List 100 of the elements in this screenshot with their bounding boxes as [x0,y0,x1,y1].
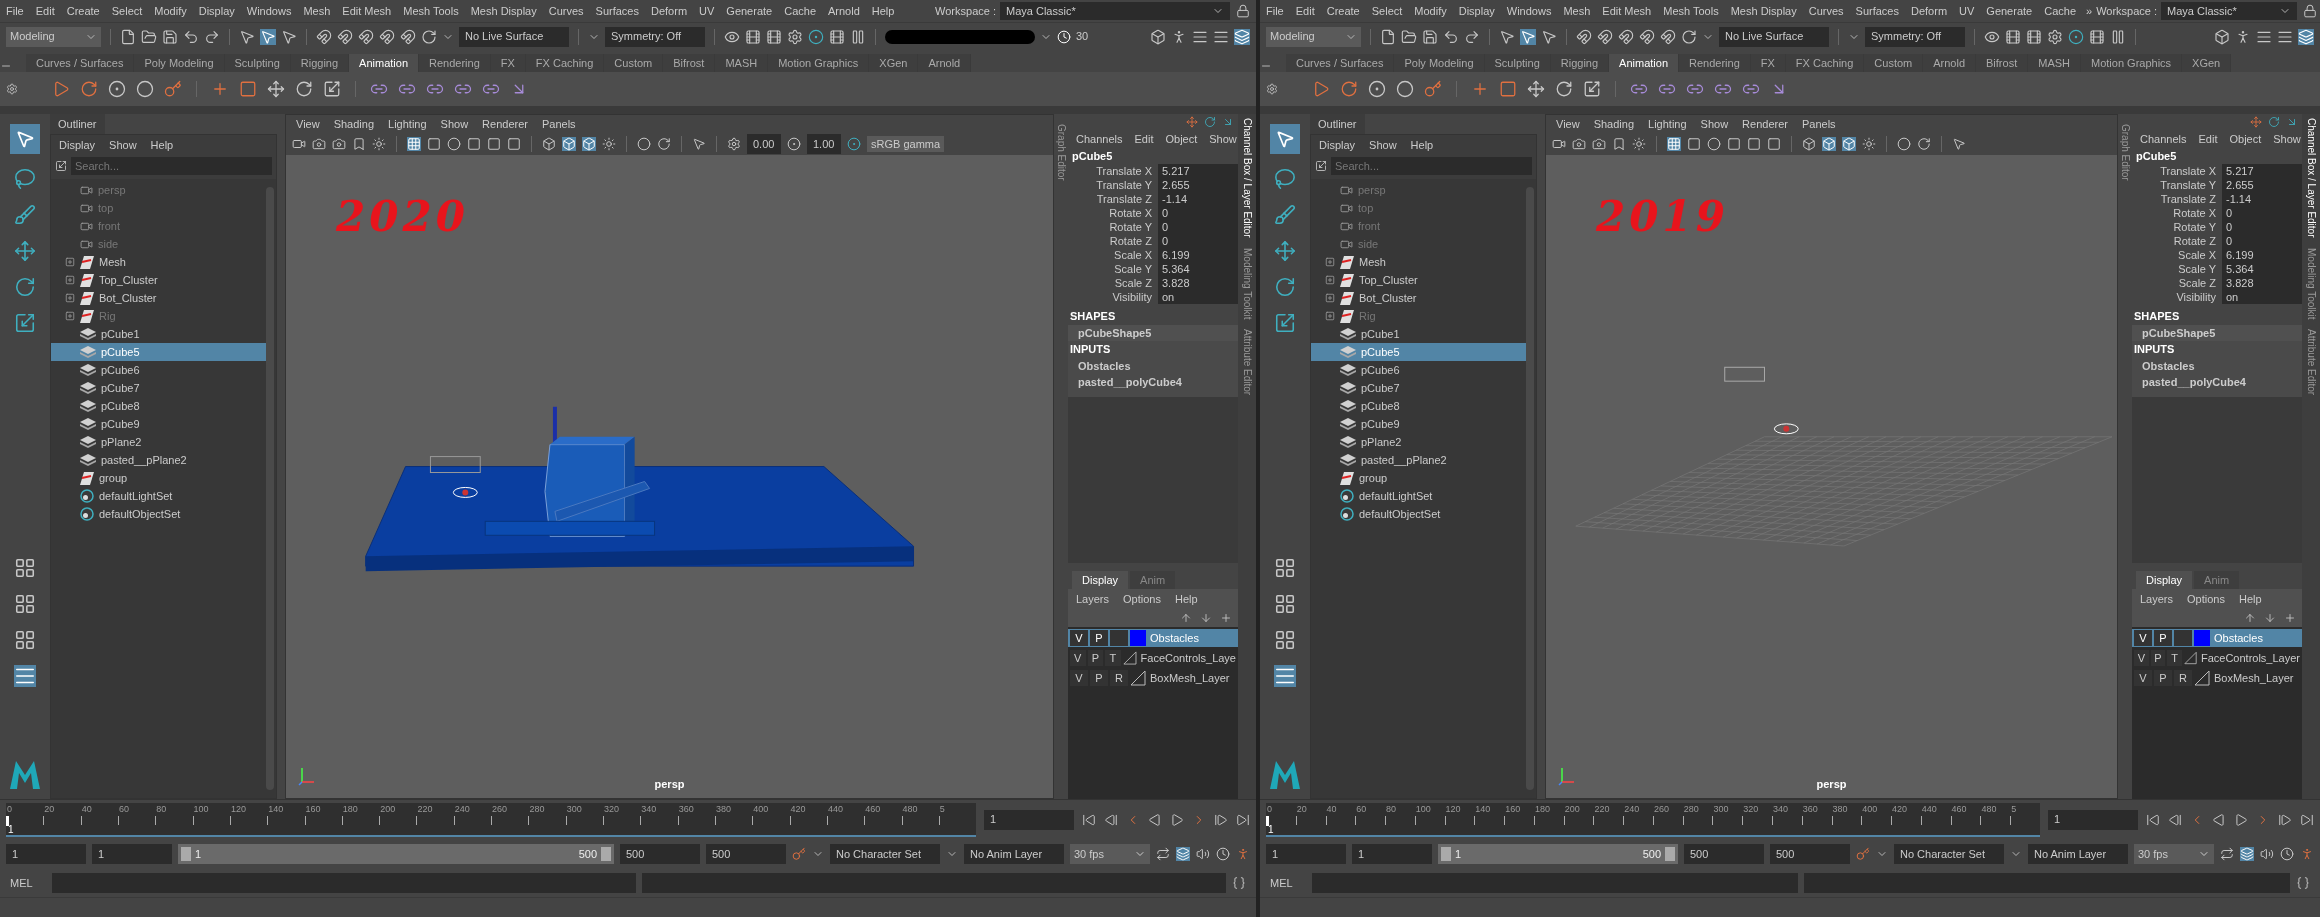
menu-item[interactable]: Show [440,115,469,133]
layer-swatch-icon[interactable] [1122,650,1137,666]
side-tab[interactable]: Channel Box / Layer Editor [1239,118,1255,238]
pause-icon[interactable] [2110,28,2126,45]
menu-item[interactable]: Help [150,136,174,154]
manipulator-icon[interactable] [2250,116,2262,128]
slide-icon[interactable] [2286,116,2298,128]
display-type-toggle[interactable]: T [1105,650,1121,666]
command-field[interactable] [1312,873,1798,893]
settings-icon[interactable] [6,83,18,95]
outliner-item[interactable]: pCube7 [1311,379,1526,397]
input-node[interactable]: pasted__polyCube4 [2132,374,2302,391]
language-label[interactable]: MEL [1270,874,1306,892]
layer-row[interactable]: V P R BoxMesh_Layer [1068,669,1238,687]
menu-item[interactable]: Arnold [822,2,866,20]
menu-item[interactable]: Windows [1500,2,1558,20]
smooth-shade-icon[interactable] [1822,137,1836,151]
move-layer-down-icon[interactable] [2264,612,2276,624]
start-frame-field[interactable]: 1 [6,844,86,864]
slider-handle[interactable] [1665,847,1675,861]
single-view-icon[interactable] [14,557,36,579]
menu-item[interactable]: Mesh Tools [397,2,465,20]
timing-icon[interactable] [2280,847,2294,861]
folder-icon[interactable] [141,28,157,45]
menu-item[interactable]: Mesh Display [464,2,543,20]
wireframe-icon[interactable] [1802,137,1816,151]
side-tab[interactable]: Modeling Toolkit [1239,247,1255,320]
scrollbar[interactable] [1526,187,1534,790]
render-view-icon[interactable] [829,28,845,45]
play-icon[interactable] [1170,812,1184,827]
playback-start-field[interactable]: 1 [92,844,172,864]
new-layer-icon[interactable] [2284,612,2296,624]
select-tool-icon[interactable] [1275,129,1295,149]
menu-item[interactable]: View [296,115,320,133]
shelf-tab[interactable]: Poly Modeling [134,54,225,72]
shelf-tab[interactable]: Sculpting [224,54,291,72]
menu-item[interactable]: File [1260,2,1290,20]
outliner-item[interactable]: pCube6 [1311,361,1526,379]
script-editor-icon[interactable] [1232,876,1246,890]
language-label[interactable]: MEL [10,874,46,892]
select-object-icon[interactable] [260,28,276,45]
side-tab[interactable]: Attribute Editor [1239,329,1255,396]
attribute-value[interactable]: -1.14 [1158,192,1238,206]
snap-surface-icon[interactable] [1660,28,1676,45]
layer-row[interactable]: V P Obstacles [1068,629,1238,647]
side-tab[interactable]: Graph Editor [1053,124,1069,181]
shelf-tab[interactable]: MASH [715,54,769,72]
outliner-item[interactable]: defaultObjectSet [1311,505,1526,523]
side-tab[interactable]: Attribute Editor [2303,329,2319,396]
display-type-toggle[interactable]: R [1110,670,1128,686]
go-to-start-icon[interactable] [1082,812,1096,827]
menu-item[interactable]: Show [109,136,137,154]
select-component-icon[interactable] [281,28,297,45]
snap-view-icon[interactable] [1639,28,1655,45]
menu-item[interactable]: Panels [1801,115,1836,133]
wireframe-on-shaded-icon[interactable] [1842,137,1856,151]
menu-item[interactable]: Renderer [482,115,528,133]
channel-box-icon[interactable] [2298,28,2314,45]
outliner-item[interactable]: defaultObjectSet [51,505,266,523]
step-back-icon[interactable] [2168,812,2182,827]
redo-icon[interactable] [1464,28,1480,45]
playback-toggle[interactable]: P [2154,630,2172,646]
layer-swatch-icon[interactable] [1130,670,1146,686]
channel-box-icon[interactable] [1234,28,1250,45]
outliner-item[interactable]: pCube1 [1311,325,1526,343]
save-icon[interactable] [162,28,178,45]
ipr-render-icon[interactable] [766,28,782,45]
live-surface-field[interactable]: No Live Surface [459,26,569,47]
attribute-value[interactable]: on [2222,290,2302,304]
layer-tab[interactable]: Display [2136,571,2193,589]
playback-end-field[interactable]: 500 [1684,844,1764,864]
folder-icon[interactable] [1401,28,1417,45]
menu-item[interactable]: Edit [2198,130,2218,148]
settings-icon[interactable] [1266,83,1278,95]
attribute-value[interactable]: 6.199 [1158,248,1238,262]
menu-item[interactable]: Edit Mesh [1596,2,1658,20]
playback-toggle[interactable]: P [1090,630,1108,646]
wireframe-icon[interactable] [542,137,556,151]
bookmark-icon[interactable] [352,137,366,151]
panel-tab[interactable]: Outliner [1310,114,1365,134]
menu-item[interactable]: Lighting [388,115,427,133]
menu-item[interactable]: Edit [29,2,61,20]
playback-end-field[interactable]: 500 [620,844,700,864]
snap-view-icon[interactable] [379,28,395,45]
rotate-tool-icon[interactable] [1274,276,1296,298]
menu-overflow[interactable]: » [2082,2,2097,20]
outliner-item[interactable]: Mesh [1311,253,1526,271]
attribute-value[interactable]: 0 [2222,220,2302,234]
four-view-icon[interactable] [1274,593,1296,615]
menu-item[interactable]: Windows [240,2,298,20]
attribute-value[interactable]: 5.217 [1158,164,1238,178]
lock-icon[interactable] [1236,4,1250,18]
layer-swatch-icon[interactable] [2194,670,2210,686]
layer-row[interactable]: V P R BoxMesh_Layer [2132,669,2302,687]
menu-item[interactable]: Panels [541,115,576,133]
bookmark-icon[interactable] [1612,137,1626,151]
shelf-tab[interactable]: Custom [1864,54,1924,72]
modeling-toolkit-icon[interactable] [1150,28,1166,45]
expand-icon[interactable] [65,293,75,303]
menu-item[interactable]: Mesh Tools [1657,2,1725,20]
